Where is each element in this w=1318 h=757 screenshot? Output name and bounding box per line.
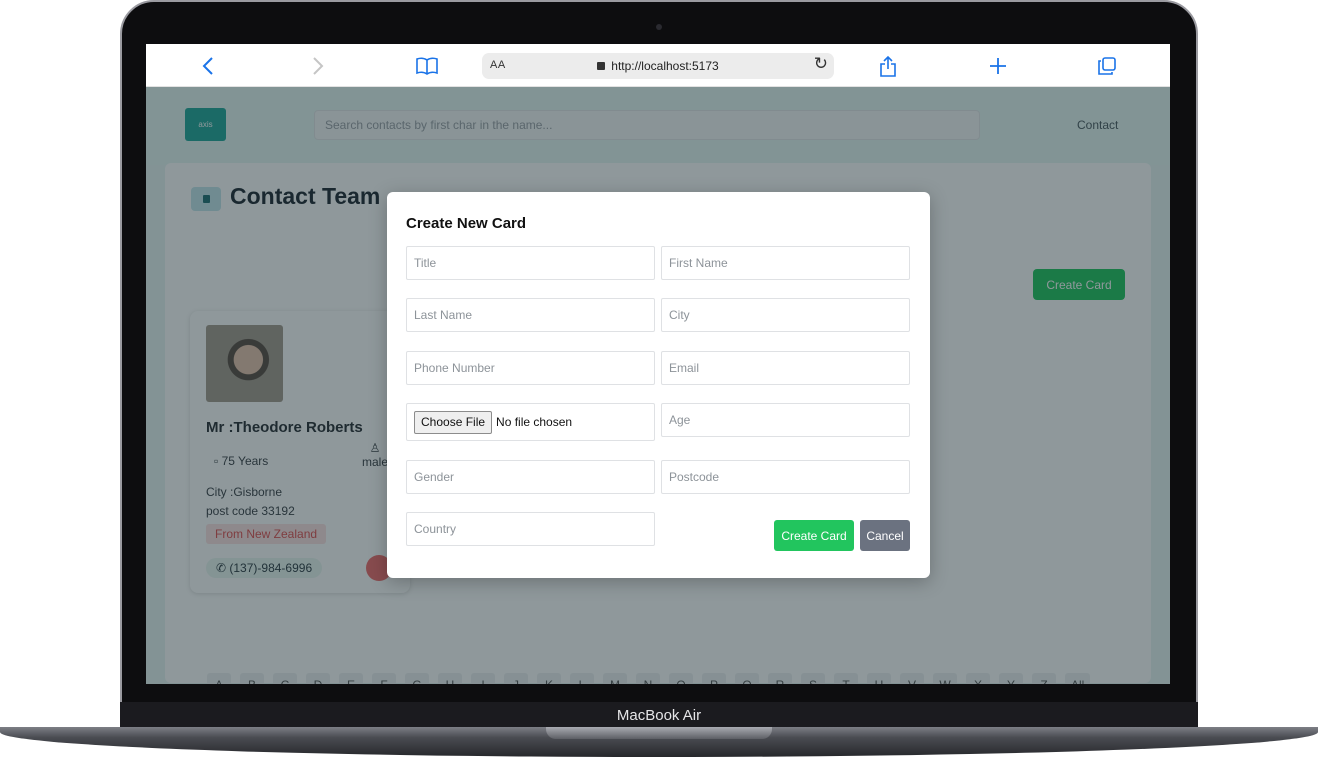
laptop-notch xyxy=(546,727,772,739)
lock-icon xyxy=(597,62,606,70)
url-text: http://localhost:5173 xyxy=(482,59,834,73)
url-value: http://localhost:5173 xyxy=(611,59,719,73)
first-name-field[interactable] xyxy=(661,246,910,280)
postcode-field[interactable] xyxy=(661,460,910,494)
submit-create-card-button[interactable]: Create Card xyxy=(774,520,854,551)
bookmarks-icon[interactable] xyxy=(413,52,441,80)
new-tab-icon[interactable] xyxy=(984,52,1012,80)
file-status: No file chosen xyxy=(496,415,573,429)
title-field[interactable] xyxy=(406,246,655,280)
address-bar[interactable]: AA http://localhost:5173 ↻ xyxy=(482,53,834,79)
city-field[interactable] xyxy=(661,298,910,332)
phone-field[interactable] xyxy=(406,351,655,385)
back-icon[interactable] xyxy=(194,52,222,80)
browser-toolbar: AA http://localhost:5173 ↻ xyxy=(146,44,1170,87)
device-label: MacBook Air xyxy=(616,707,702,724)
country-field[interactable] xyxy=(406,512,655,546)
create-card-modal: Create New Card Choose File No file chos… xyxy=(387,192,930,578)
screen: AA http://localhost:5173 ↻ axis Search c… xyxy=(146,44,1170,684)
reload-icon[interactable]: ↻ xyxy=(814,54,828,74)
forward-icon[interactable] xyxy=(304,52,332,80)
choose-file-button[interactable]: Choose File xyxy=(414,410,493,434)
photo-upload-field: Choose File No file chosen xyxy=(406,403,655,441)
share-icon[interactable] xyxy=(874,52,902,80)
email-field[interactable] xyxy=(661,351,910,385)
last-name-field[interactable] xyxy=(406,298,655,332)
age-field[interactable] xyxy=(661,403,910,437)
camera-icon xyxy=(656,24,662,30)
cancel-button[interactable]: Cancel xyxy=(860,520,910,551)
modal-title: Create New Card xyxy=(406,215,527,232)
gender-field[interactable] xyxy=(406,460,655,494)
tabs-icon[interactable] xyxy=(1093,52,1121,80)
